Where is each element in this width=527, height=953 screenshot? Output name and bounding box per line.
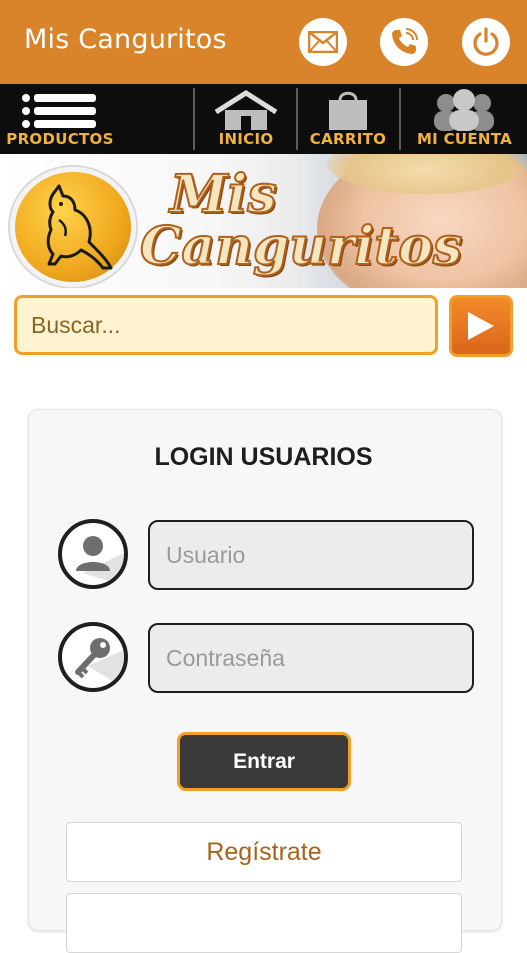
nav-bar: PRODUCTOS INICIO CARRITO MI CUENTA [0, 84, 527, 154]
brand-text-line2: Canguritos [139, 215, 463, 278]
power-icon [473, 27, 499, 56]
nav-divider [399, 88, 401, 150]
key-icon [58, 622, 128, 692]
password-input[interactable] [148, 623, 474, 693]
nav-item-inicio[interactable]: INICIO [196, 84, 296, 154]
nav-item-carrito[interactable]: CARRITO [298, 84, 398, 154]
search-input[interactable] [14, 295, 438, 355]
phone-button[interactable] [380, 18, 428, 66]
phone-icon [392, 28, 418, 54]
brand-banner: Mis Canguritos [0, 154, 527, 288]
users-icon [434, 89, 494, 131]
nav-item-productos[interactable]: PRODUCTOS [0, 84, 120, 154]
login-title: LOGIN USUARIOS [154, 443, 373, 471]
play-arrow-icon [468, 312, 494, 340]
nav-item-mi-cuenta[interactable]: MI CUENTA [402, 84, 527, 154]
nav-label-carrito: CARRITO [309, 130, 387, 148]
bag-icon [329, 91, 367, 130]
search-button[interactable] [449, 295, 513, 357]
kangaroo-icon [46, 184, 113, 270]
nav-label-inicio: INICIO [218, 130, 274, 148]
mail-icon [308, 31, 338, 53]
nav-divider [193, 88, 195, 150]
app-bar: Mis Canguritos [0, 0, 527, 84]
home-icon [214, 90, 278, 130]
menu-icon [22, 94, 96, 128]
mail-button[interactable] [299, 18, 347, 66]
user-avatar-icon [58, 519, 128, 589]
app-title: Mis Canguritos [24, 24, 227, 55]
username-input[interactable] [148, 520, 474, 590]
secondary-button[interactable] [66, 893, 462, 953]
nav-label-productos: PRODUCTOS [6, 130, 114, 148]
power-button[interactable] [462, 18, 510, 66]
register-button[interactable]: Regístrate [66, 822, 462, 882]
login-submit-button[interactable]: Entrar [177, 732, 351, 791]
nav-label-mi-cuenta: MI CUENTA [416, 130, 513, 148]
kangaroo-logo [10, 167, 136, 287]
